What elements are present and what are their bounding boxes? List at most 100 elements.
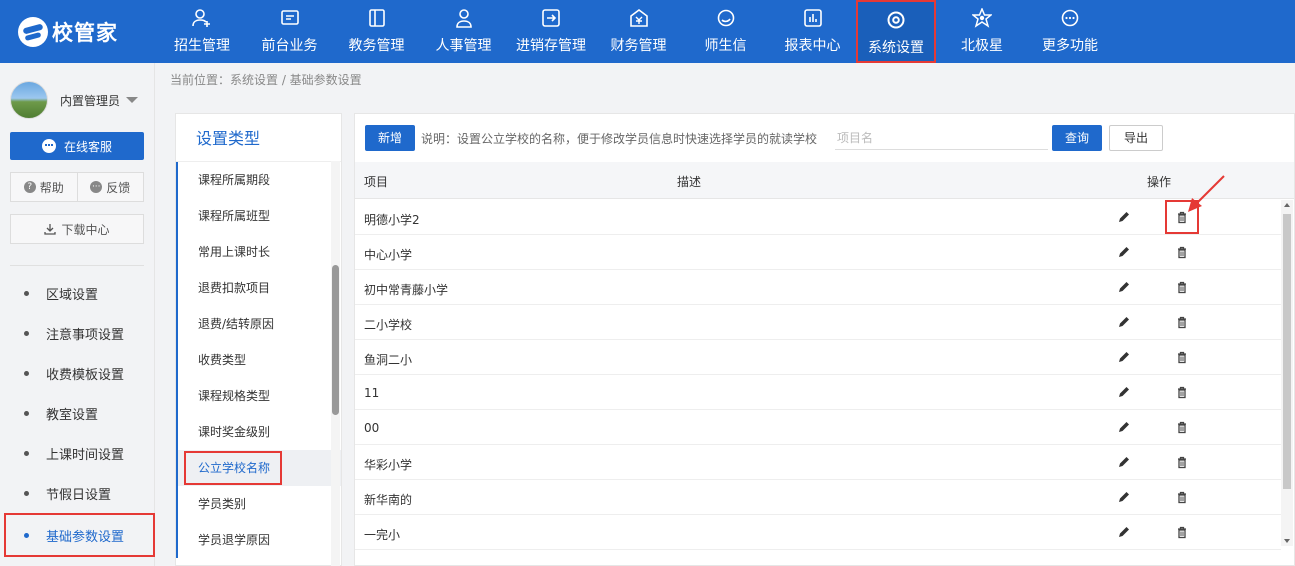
bullet-icon [24,532,29,538]
search-input[interactable] [835,126,1048,150]
type-item-label: 学员类别 [198,497,247,511]
nav-item-7[interactable]: 师生信 [682,0,769,63]
nav-item-5[interactable]: 进销存管理 [507,0,595,63]
bullet-icon [24,490,29,496]
nav-item-2[interactable]: 前台业务 [246,0,333,63]
scrollbar-thumb[interactable] [332,265,339,415]
export-button[interactable]: 导出 [1109,125,1164,151]
type-item-label: 课程所属期段 [198,173,271,187]
type-item-11[interactable]: 学员退学原因 [178,522,341,558]
feedback-button[interactable]: ··· 反馈 [76,173,144,201]
type-item-label: 课程规格类型 [198,389,271,403]
type-item-4[interactable]: 退费扣款项目 [178,270,341,306]
type-item-10[interactable]: 学员类别 [178,486,341,522]
nav-item-10[interactable]: 北极星 [936,0,1028,63]
settings-icon [886,10,906,32]
nav-item-label: 财务管理 [610,38,667,54]
sidebar: 内置管理员 在线客服 ? 帮助 ··· 反馈 下载中心 区域设置注意事项设置 收费… [0,63,155,566]
sidebar-item-label: 上课时间设置 [46,447,125,463]
book-icon [367,8,387,30]
logo[interactable]: 校管家 [18,16,118,48]
ellipsis-icon: ··· [90,181,103,193]
delete-icon[interactable] [1175,350,1189,364]
delete-icon[interactable] [1175,280,1189,294]
edit-icon[interactable] [1117,245,1131,259]
column-header-description: 描述 [677,175,702,189]
add-button[interactable]: 新增 [365,125,416,151]
edit-icon[interactable] [1117,525,1131,539]
sidebar-item-2[interactable]: 注意事项设置 [0,313,155,353]
edit-icon[interactable] [1117,455,1131,469]
bullet-icon [24,410,29,416]
main-panel: 新增 说明：设置公立学校的名称，便于修改学员信息时快速选择学员的就读学校 查询 … [354,113,1295,566]
table-row: 中心小学 [355,235,1281,270]
nav-item-11[interactable]: 更多功能 [1028,0,1112,63]
nav-item-3[interactable]: 教务管理 [333,0,420,63]
row-name: 鱼洞二小 [364,353,413,367]
top-navigation-bar: 校管家 招生管理 前台业务 教务管理 人事管理 进销存管理 财务管理 师生信 报表中心 系统设置… [0,0,1295,63]
type-item-8[interactable]: 课时奖金级别 [178,414,341,450]
settings-type-title: 设置类型 [176,114,341,162]
sidebar-item-label: 基础参数设置 [46,529,125,545]
type-item-label: 公立学校名称 [184,451,283,485]
column-header-item: 项目 [364,175,389,189]
download-center-button[interactable]: 下载中心 [10,214,144,244]
table-row: 新华南的 [355,480,1281,515]
sidebar-item-5[interactable]: 上课时间设置 [0,433,155,473]
sidebar-item-label: 注意事项设置 [46,327,125,343]
delete-icon[interactable] [1175,455,1189,469]
bullet-icon [24,330,29,336]
type-item-label: 课程所属班型 [198,209,271,223]
type-item-3[interactable]: 常用上课时长 [178,234,341,270]
type-item-9[interactable]: 公立学校名称 [178,450,341,486]
edit-icon[interactable] [1117,210,1131,224]
delete-icon[interactable] [1175,490,1189,504]
scrollbar-thumb[interactable] [1283,214,1291,489]
logo-icon [18,17,48,47]
edit-icon[interactable] [1117,315,1131,329]
delete-icon[interactable] [1175,420,1189,434]
edit-icon[interactable] [1117,385,1131,399]
sidebar-item-4[interactable]: 教室设置 [0,393,155,433]
user-menu[interactable]: 内置管理员 [10,81,139,119]
type-item-7[interactable]: 课程规格类型 [178,378,341,414]
scroll-up-icon[interactable] [1284,203,1290,207]
bullet-icon [24,290,29,296]
scroll-down-icon[interactable] [1284,539,1290,543]
edit-icon[interactable] [1117,420,1131,434]
nav-item-1[interactable]: 招生管理 [158,0,246,63]
nav-item-label: 系统设置 [868,40,924,56]
sidebar-item-1[interactable]: 区域设置 [0,273,155,313]
nav-item-4[interactable]: 人事管理 [420,0,507,63]
edit-icon[interactable] [1117,350,1131,364]
edit-icon[interactable] [1117,490,1131,504]
nav-item-8[interactable]: 报表中心 [769,0,856,63]
sidebar-item-7[interactable]: 基础参数设置 [4,513,155,557]
delete-icon[interactable] [1175,245,1189,259]
delete-icon[interactable] [1175,385,1189,399]
annotation-arrow-icon [1188,175,1225,212]
type-item-2[interactable]: 课程所属班型 [178,198,341,234]
nav-item-label: 教务管理 [348,38,405,54]
type-item-6[interactable]: 收费类型 [178,342,341,378]
type-item-1[interactable]: 课程所属期段 [178,162,341,198]
edit-icon[interactable] [1117,280,1131,294]
query-button[interactable]: 查询 [1052,125,1103,151]
sidebar-item-label: 收费模板设置 [46,367,125,383]
help-button[interactable]: ? 帮助 [11,173,77,201]
table-body: 明德小学2 中心小学 初中常青藤小学 二小学校 鱼洞二小 11 00 华彩小学 新华南的 一完小 [355,200,1281,566]
nav-item-9[interactable]: 系统设置 [856,0,936,63]
nav-item-label: 招生管理 [174,38,230,54]
type-item-label: 收费类型 [198,353,247,367]
settings-type-scrollbar[interactable] [331,161,340,566]
sidebar-item-6[interactable]: 节假日设置 [0,473,155,513]
sidebar-item-3[interactable]: 收费模板设置 [0,353,155,393]
table-scrollbar[interactable] [1281,200,1293,546]
nav-item-6[interactable]: 财务管理 [595,0,682,63]
table-row: 华彩小学 [355,445,1281,480]
online-service-button[interactable]: 在线客服 [10,132,144,160]
question-icon: ? [23,181,36,193]
type-item-5[interactable]: 退费/结转原因 [178,306,341,342]
delete-icon[interactable] [1175,525,1189,539]
delete-icon[interactable] [1175,315,1189,329]
